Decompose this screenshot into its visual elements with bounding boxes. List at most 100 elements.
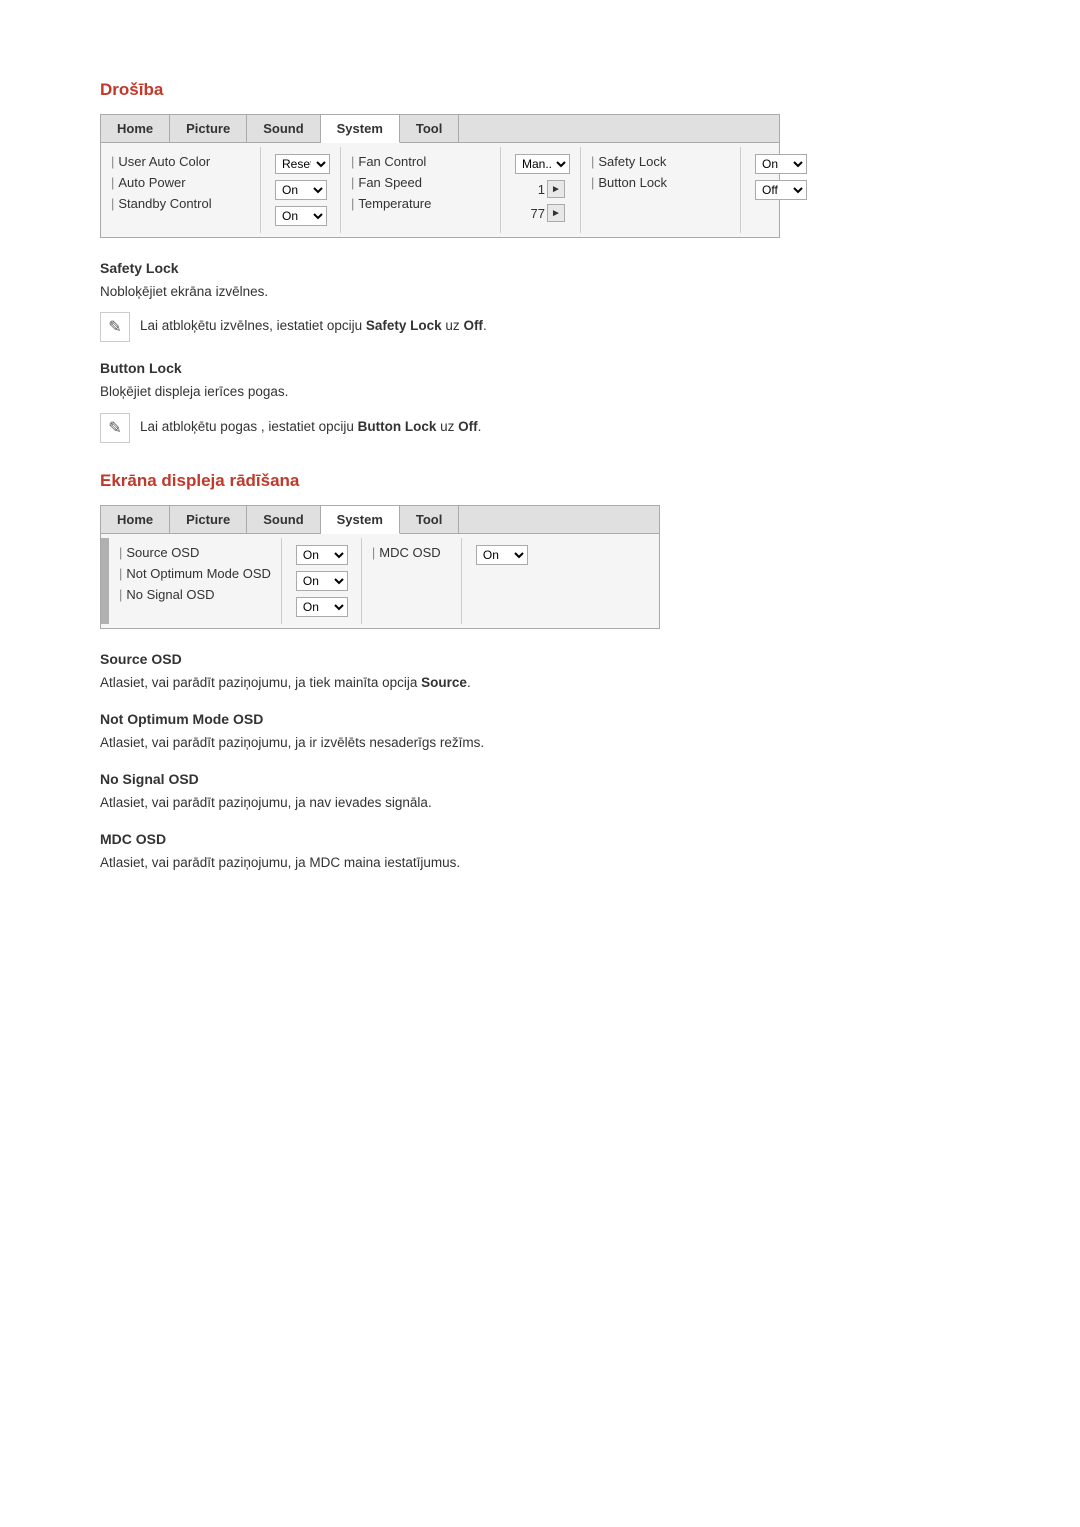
mdc-osd-description: Atlasiet, vai parādīt paziņojumu, ja MDC…: [100, 853, 980, 873]
table-row: 77 ►: [511, 201, 570, 225]
note-icon-2: ✎: [100, 413, 130, 443]
pipe-icon: |: [351, 154, 354, 169]
row-label-temperature: Temperature: [358, 196, 431, 211]
not-optimum-osd-section: Not Optimum Mode OSD Atlasiet, vai parād…: [100, 711, 980, 753]
safety-lock-note-text: Lai atbloķētu izvēlnes, iestatiet opciju…: [140, 312, 487, 336]
auto-power-select[interactable]: On Off: [275, 180, 327, 200]
table-row: On Off: [271, 177, 330, 203]
pipe-icon: |: [119, 587, 122, 602]
tab-system-2[interactable]: System: [321, 506, 400, 534]
table-row: | Safety Lock: [591, 151, 730, 172]
row-label-standby-control: Standby Control: [118, 196, 211, 211]
table-row: 1 ►: [511, 177, 570, 201]
button-lock-note: ✎ Lai atbloķētu pogas , iestatiet opciju…: [100, 413, 980, 443]
table-row: On Off: [271, 203, 330, 229]
tab-home-2[interactable]: Home: [101, 506, 170, 533]
tab-sound-1[interactable]: Sound: [247, 115, 320, 142]
reset-select[interactable]: Reset: [275, 154, 330, 174]
row-label-fan-control: Fan Control: [358, 154, 426, 169]
mdc-osd-section: MDC OSD Atlasiet, vai parādīt paziņojumu…: [100, 831, 980, 873]
table-row: Man... Auto: [511, 151, 570, 177]
note-icon-1: ✎: [100, 312, 130, 342]
tab-picture-2[interactable]: Picture: [170, 506, 247, 533]
safety-lock-section: Safety Lock Nobloķējiet ekrāna izvēlnes.…: [100, 260, 980, 342]
table-row: On Off: [472, 542, 528, 568]
safety-lock-note: ✎ Lai atbloķētu izvēlnes, iestatiet opci…: [100, 312, 980, 342]
drosiba-col-lock-values: On Off Off On: [741, 147, 811, 233]
row-label-safety-lock: Safety Lock: [598, 154, 666, 169]
ekrana-col-mdc-value: On Off: [462, 538, 538, 624]
button-lock-note-text: Lai atbloķētu pogas , iestatiet opciju B…: [140, 413, 481, 437]
button-lock-section: Button Lock Bloķējiet displeja ierīces p…: [100, 360, 980, 442]
temperature-value: 77: [515, 206, 545, 221]
table-row: | Button Lock: [591, 172, 730, 193]
table-row: On Off: [292, 594, 351, 620]
row-label-mdc-osd: MDC OSD: [379, 545, 440, 560]
tab-sound-2[interactable]: Sound: [247, 506, 320, 533]
mdc-osd-select[interactable]: On Off: [476, 545, 528, 565]
section-ekrana-title: Ekrāna displeja rādīšana: [100, 471, 980, 491]
pipe-icon: |: [119, 566, 122, 581]
table-row: | Temperature: [351, 193, 490, 214]
pipe-icon: |: [111, 154, 114, 169]
row-label-auto-power: Auto Power: [118, 175, 185, 190]
drosiba-col-fan-labels: | Fan Control | Fan Speed | Temperature: [341, 147, 501, 233]
table-row: | No Signal OSD: [119, 584, 271, 605]
no-signal-osd-select[interactable]: On Off: [296, 597, 348, 617]
tab-tool-2[interactable]: Tool: [400, 506, 459, 533]
ekrana-col-labels: | Source OSD | Not Optimum Mode OSD | No…: [109, 538, 282, 624]
pipe-icon: |: [351, 196, 354, 211]
row-label-user-auto-color: User Auto Color: [118, 154, 210, 169]
row-label-fan-speed: Fan Speed: [358, 175, 422, 190]
mdc-osd-title: MDC OSD: [100, 831, 980, 847]
tab-system-1[interactable]: System: [321, 115, 400, 143]
drosiba-table: Home Picture Sound System Tool | User Au…: [100, 114, 780, 238]
drosiba-table-body: | User Auto Color | Auto Power | Standby…: [101, 143, 779, 237]
pipe-icon: |: [591, 154, 594, 169]
tab-home-1[interactable]: Home: [101, 115, 170, 142]
row-label-no-signal-osd: No Signal OSD: [126, 587, 214, 602]
ekrana-table-header: Home Picture Sound System Tool: [101, 506, 659, 534]
table-row: On Off: [292, 568, 351, 594]
not-optimum-osd-description: Atlasiet, vai parādīt paziņojumu, ja ir …: [100, 733, 980, 753]
tab-tool-1[interactable]: Tool: [400, 115, 459, 142]
fan-speed-value: 1: [515, 182, 545, 197]
table-row: | MDC OSD: [372, 542, 451, 563]
table-row: On Off: [751, 151, 801, 177]
source-osd-select[interactable]: On Off: [296, 545, 348, 565]
no-signal-osd-title: No Signal OSD: [100, 771, 980, 787]
drosiba-col-labels: | User Auto Color | Auto Power | Standby…: [101, 147, 261, 233]
source-osd-title: Source OSD: [100, 651, 980, 667]
table-row: | Fan Control: [351, 151, 490, 172]
pipe-icon: |: [111, 196, 114, 211]
button-lock-select[interactable]: Off On: [755, 180, 807, 200]
table-row: | Auto Power: [111, 172, 250, 193]
not-optimum-osd-select[interactable]: On Off: [296, 571, 348, 591]
drosiba-col-fan-values: Man... Auto 1 ► 77 ►: [501, 147, 581, 233]
standby-control-select[interactable]: On Off: [275, 206, 327, 226]
table-row: | Not Optimum Mode OSD: [119, 563, 271, 584]
fan-control-select[interactable]: Man... Auto: [515, 154, 570, 174]
pipe-icon: |: [119, 545, 122, 560]
pipe-icon: |: [111, 175, 114, 190]
pipe-icon: |: [591, 175, 594, 190]
drosiba-col-values1: Reset On Off On Off: [261, 147, 341, 233]
ekrana-col-mdc-label: | MDC OSD: [362, 538, 462, 624]
row-label-button-lock: Button Lock: [598, 175, 667, 190]
button-lock-title: Button Lock: [100, 360, 980, 376]
pipe-icon: |: [351, 175, 354, 190]
section-drosiba: Drošība Home Picture Sound System Tool |…: [100, 80, 980, 443]
fan-speed-arrow-right[interactable]: ►: [547, 180, 565, 198]
table-row: | Standby Control: [111, 193, 250, 214]
table-row: | User Auto Color: [111, 151, 250, 172]
no-signal-osd-section: No Signal OSD Atlasiet, vai parādīt pazi…: [100, 771, 980, 813]
row-label-not-optimum-osd: Not Optimum Mode OSD: [126, 566, 271, 581]
safety-lock-select[interactable]: On Off: [755, 154, 807, 174]
button-lock-description: Bloķējiet displeja ierīces pogas.: [100, 382, 980, 402]
temperature-arrow-right[interactable]: ►: [547, 204, 565, 222]
tab-picture-1[interactable]: Picture: [170, 115, 247, 142]
safety-lock-description: Nobloķējiet ekrāna izvēlnes.: [100, 282, 980, 302]
section-drosiba-title: Drošība: [100, 80, 980, 100]
left-bar: [101, 538, 109, 624]
ekrana-table-body: | Source OSD | Not Optimum Mode OSD | No…: [101, 534, 659, 628]
